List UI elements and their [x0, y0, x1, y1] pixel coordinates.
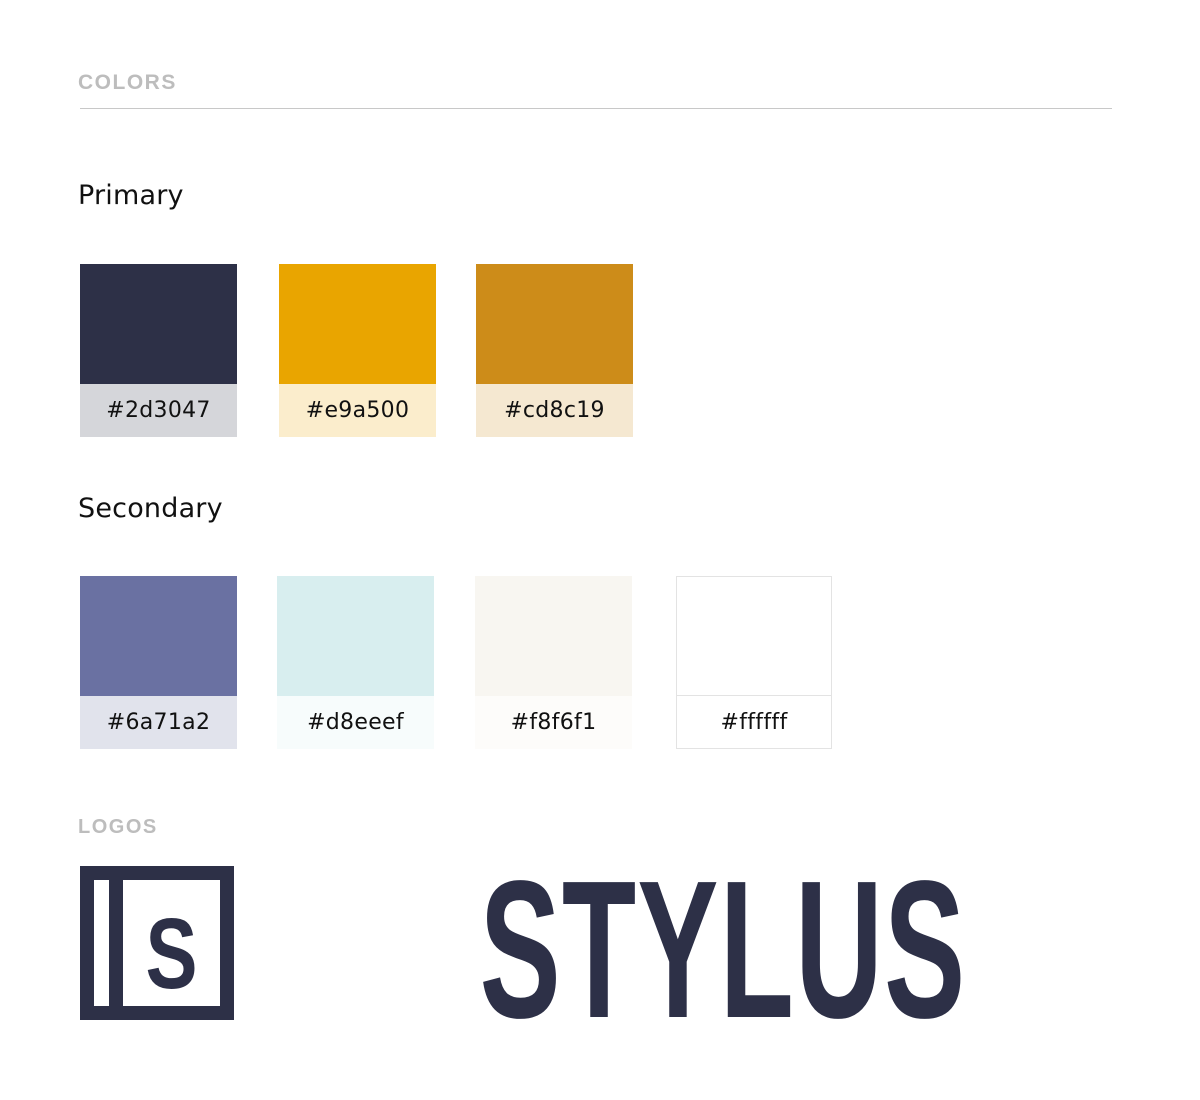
color-chip: [279, 264, 436, 384]
stylus-logo-wordmark: STYLUS: [480, 862, 967, 1032]
hex-label: #e9a500: [279, 384, 436, 437]
logos-section-label: LOGOS: [78, 816, 158, 838]
logo-bar-cutout: [94, 880, 109, 1006]
secondary-group-title: Secondary: [78, 493, 223, 524]
color-chip: [277, 576, 434, 696]
color-chip: [80, 576, 237, 696]
color-swatch-secondary-1: #6a71a2: [80, 576, 237, 749]
color-chip: [475, 576, 632, 696]
colors-section-label: COLORS: [78, 71, 177, 94]
color-swatch-secondary-2: #d8eeef: [277, 576, 434, 749]
stylus-logo-mark: S: [80, 866, 234, 1020]
color-swatch-secondary-3: #f8f6f1: [475, 576, 632, 749]
wordmark-text: STYLUS: [480, 862, 967, 1032]
color-swatch-primary-2: #e9a500: [279, 264, 436, 437]
color-chip: [80, 264, 237, 384]
hex-label: #cd8c19: [476, 384, 633, 437]
color-chip: [476, 264, 633, 384]
color-chip: [677, 577, 831, 696]
color-swatch-primary-1: #2d3047: [80, 264, 237, 437]
section-divider: [80, 108, 1112, 109]
logo-letter: S: [145, 899, 197, 1011]
primary-group-title: Primary: [78, 180, 184, 211]
hex-label: #ffffff: [677, 696, 831, 748]
hex-label: #d8eeef: [277, 696, 434, 749]
color-swatch-primary-3: #cd8c19: [476, 264, 633, 437]
hex-label: #6a71a2: [80, 696, 237, 749]
color-swatch-secondary-4: #ffffff: [676, 576, 832, 749]
hex-label: #2d3047: [80, 384, 237, 437]
hex-label: #f8f6f1: [475, 696, 632, 749]
